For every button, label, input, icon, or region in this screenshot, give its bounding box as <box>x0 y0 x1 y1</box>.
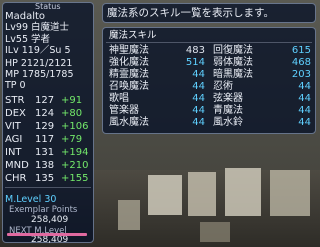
status-divider <box>5 187 91 188</box>
skill-name: 青魔法 <box>213 105 243 116</box>
stat-base-agi: 117 <box>35 134 55 145</box>
mastery-level: M.Level 30 <box>5 194 57 205</box>
skill-value: 44 <box>298 81 311 92</box>
skill-value: 468 <box>291 57 311 68</box>
skill-name: 管楽器 <box>109 105 139 116</box>
skill-row[interactable]: 精霊魔法 44 <box>103 69 207 81</box>
sub-job: Lv55 学者 <box>5 34 51 45</box>
stat-base-str: 127 <box>35 95 55 106</box>
skill-row[interactable]: 回復魔法 615 <box>209 45 313 57</box>
skill-value: 44 <box>192 93 205 104</box>
stat-label-dex: DEX <box>5 108 26 119</box>
skill-value: 203 <box>291 69 311 80</box>
main-job: Lv99 白魔道士 <box>5 22 70 33</box>
next-mlevel-value: 258,409 <box>31 235 69 245</box>
skill-name: 弱体魔法 <box>213 57 253 68</box>
skill-row[interactable]: 忍術 44 <box>209 81 313 93</box>
exemplar-points-value: 258,409 <box>31 215 69 225</box>
status-panel: Status Madalto Lv99 白魔道士 Lv55 学者 ILv 119… <box>2 2 94 245</box>
skill-name: 風水魔法 <box>109 117 149 128</box>
skill-value: 44 <box>192 69 205 80</box>
stat-bonus-agi: +79 <box>61 134 83 145</box>
skill-value: 483 <box>185 45 205 56</box>
stat-base-dex: 124 <box>35 108 55 119</box>
skill-value: 44 <box>192 81 205 92</box>
skill-row[interactable]: 青魔法 44 <box>209 105 313 117</box>
item-level: ILv 119／Su 5 <box>5 45 71 56</box>
stat-label-str: STR <box>5 95 25 106</box>
skill-name: 弦楽器 <box>213 93 243 104</box>
stat-label-vit: VIT <box>5 121 21 132</box>
skill-row[interactable]: 暗黒魔法 203 <box>209 69 313 81</box>
skill-value: 514 <box>185 57 205 68</box>
skill-value: 44 <box>192 105 205 116</box>
skill-row[interactable]: 弱体魔法 468 <box>209 57 313 69</box>
skill-row[interactable]: 弦楽器 44 <box>209 93 313 105</box>
stat-bonus-int: +194 <box>61 147 89 158</box>
stat-bonus-mnd: +210 <box>61 160 89 171</box>
stat-base-mnd: 138 <box>35 160 55 171</box>
magic-skills-panel: 魔法スキル 神聖魔法 483 強化魔法 514 精霊魔法 44 召喚魔法 44 … <box>102 27 316 134</box>
exemplar-points-label: Exemplar Points <box>9 205 78 215</box>
skill-name: 忍術 <box>213 81 233 92</box>
tp-value: TP 0 <box>5 80 26 91</box>
hp-value: HP 2121/2121 <box>5 58 73 69</box>
status-title: Status <box>35 2 61 11</box>
skill-row[interactable]: 風水魔法 44 <box>103 117 207 129</box>
skill-name: 風水鈴 <box>213 117 243 128</box>
skill-name: 神聖魔法 <box>109 45 149 56</box>
help-text: 魔法系のスキル一覧を表示します。 <box>107 7 274 19</box>
stat-base-chr: 135 <box>35 173 55 184</box>
stat-bonus-chr: +155 <box>61 173 89 184</box>
skills-header: 魔法スキル <box>109 30 157 41</box>
stat-bonus-str: +91 <box>61 95 83 106</box>
skill-value: 44 <box>298 105 311 116</box>
skill-value: 615 <box>291 45 311 56</box>
stat-label-int: INT <box>5 147 22 158</box>
stat-bonus-dex: +80 <box>61 108 83 119</box>
skill-row[interactable]: 神聖魔法 483 <box>103 45 207 57</box>
stat-label-chr: CHR <box>5 173 27 184</box>
skill-row[interactable]: 風水鈴 44 <box>209 117 313 129</box>
skill-row[interactable]: 召喚魔法 44 <box>103 81 207 93</box>
skill-name: 暗黒魔法 <box>213 69 253 80</box>
stat-label-mnd: MND <box>5 160 29 171</box>
skill-name: 召喚魔法 <box>109 81 149 92</box>
help-text-bar: 魔法系のスキル一覧を表示します。 <box>102 3 316 23</box>
skill-row[interactable]: 歌唱 44 <box>103 93 207 105</box>
skill-name: 強化魔法 <box>109 57 149 68</box>
skill-value: 44 <box>298 117 311 128</box>
skill-name: 精霊魔法 <box>109 69 149 80</box>
skill-value: 44 <box>192 117 205 128</box>
skill-name: 回復魔法 <box>213 45 253 56</box>
exemplar-progress-bar <box>7 233 87 236</box>
character-name: Madalto <box>5 11 46 22</box>
mp-value: MP 1785/1785 <box>5 69 74 80</box>
skill-name: 歌唱 <box>109 93 129 104</box>
stat-base-vit: 129 <box>35 121 55 132</box>
skills-header-divider <box>106 42 312 43</box>
stat-base-int: 131 <box>35 147 55 158</box>
skill-row[interactable]: 管楽器 44 <box>103 105 207 117</box>
skill-value: 44 <box>298 93 311 104</box>
stat-label-agi: AGI <box>5 134 23 145</box>
skill-row[interactable]: 強化魔法 514 <box>103 57 207 69</box>
stat-bonus-vit: +106 <box>61 121 89 132</box>
